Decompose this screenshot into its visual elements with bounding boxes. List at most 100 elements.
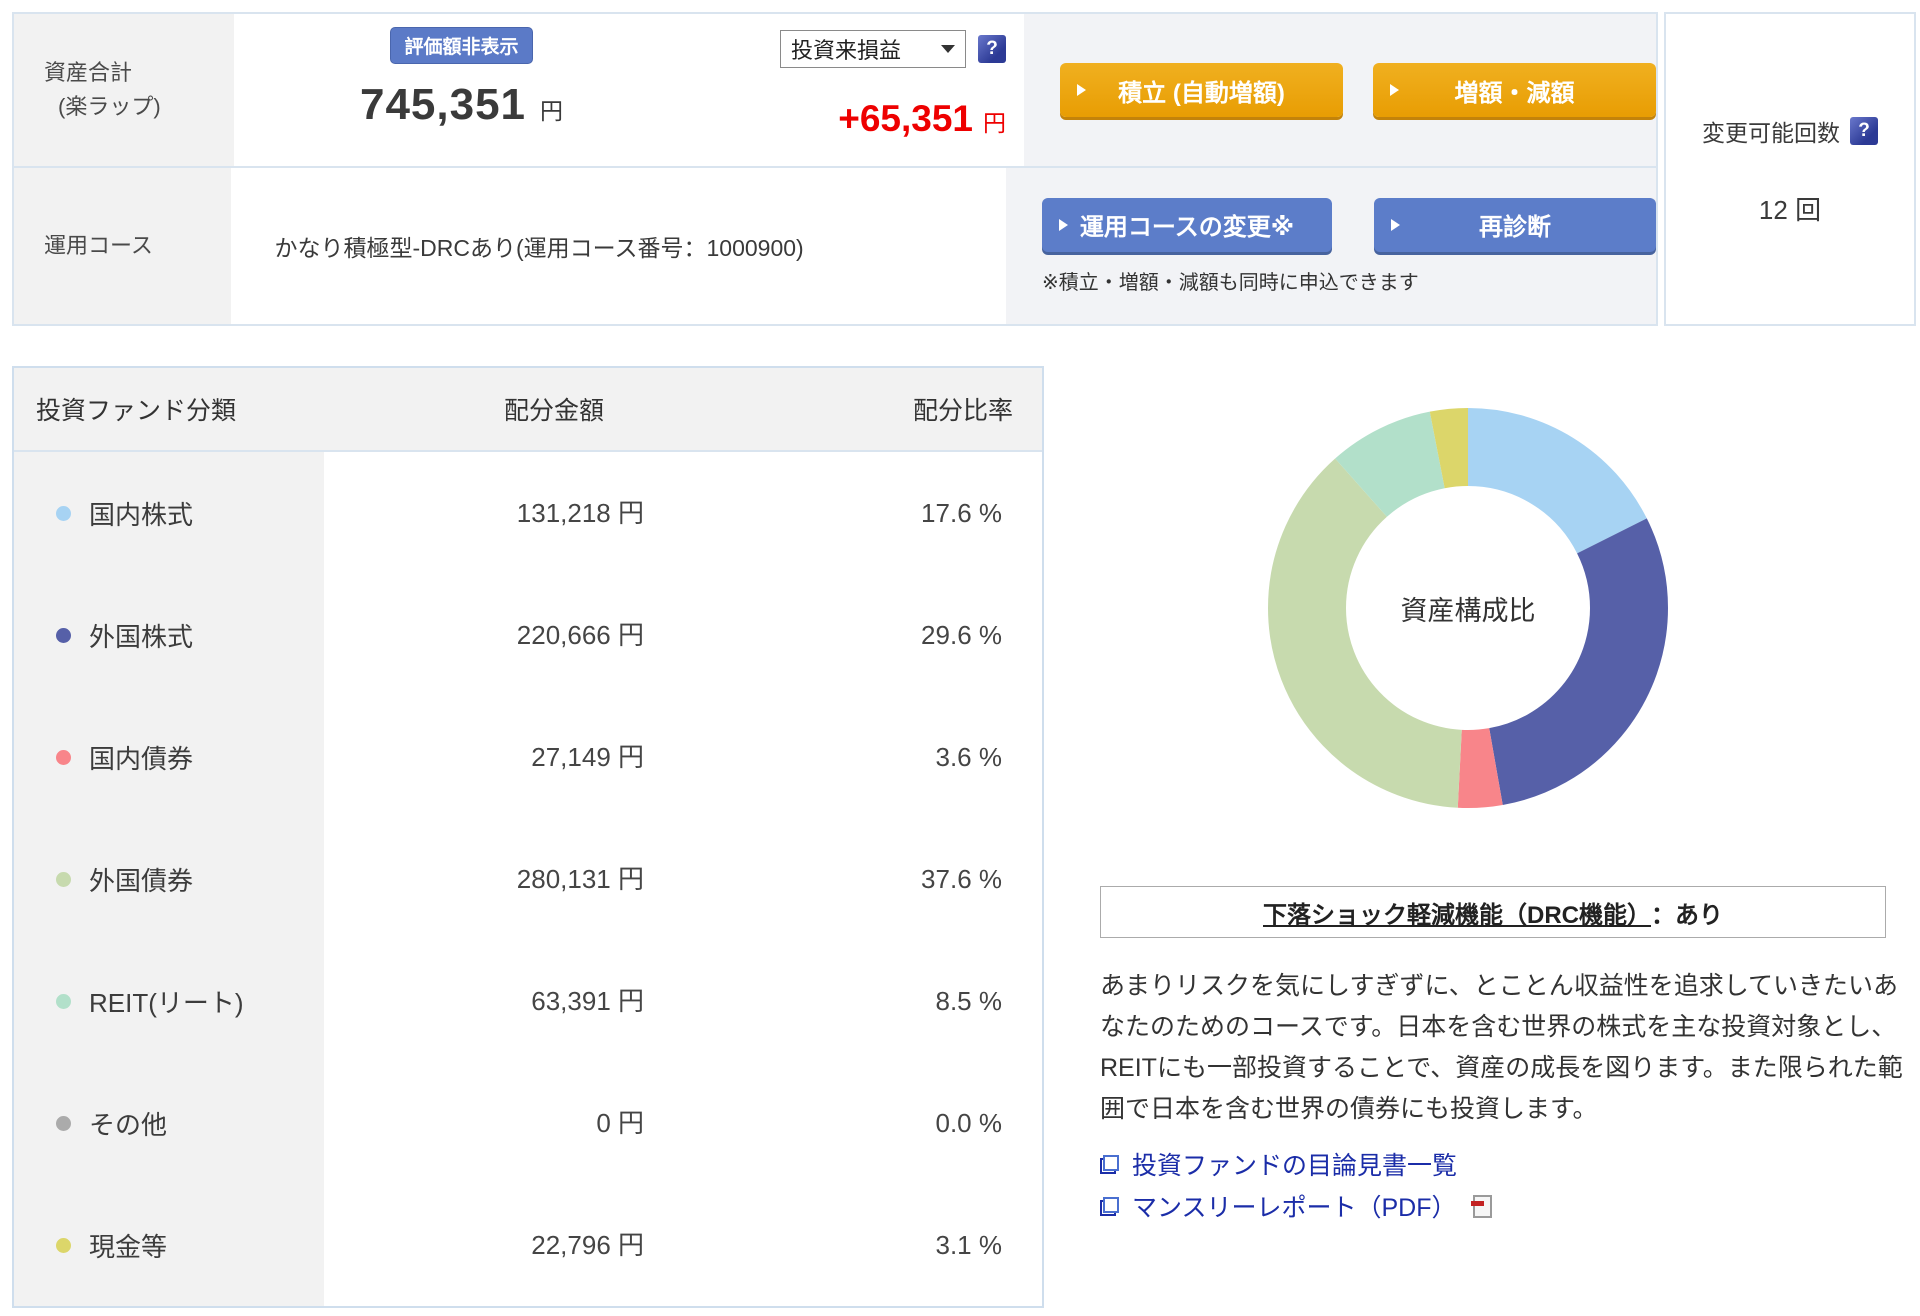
course-detail-panel: 資産構成比 下落ショック軽減機能（DRC機能） ：あり あまりリスクを気にしすぎ… xyxy=(1100,366,1912,1308)
table-row: 外国株式 220,666 円 29.6 % xyxy=(14,574,1042,696)
prospectus-link-row: 投資ファンドの目論見書一覧 xyxy=(1100,1146,1912,1182)
fund-category-label: 外国株式 xyxy=(89,617,193,654)
allocation-section: 投資ファンド分類 配分金額 配分比率 国内株式 131,218 円 17.6 %… xyxy=(12,366,1912,1308)
chevron-down-icon xyxy=(941,45,955,53)
profit-loss-controls: 投資来損益 ? xyxy=(780,30,1006,68)
prospectus-link[interactable]: 投資ファンドの目論見書一覧 xyxy=(1132,1146,1457,1182)
change-count-label: 変更可能回数 xyxy=(1702,114,1840,148)
fund-category-label: 外国債券 xyxy=(89,861,193,898)
tsumitate-button[interactable]: 積立 (自動増額) xyxy=(1060,63,1343,117)
table-row: 現金等 22,796 円 3.1 % xyxy=(14,1184,1042,1306)
course-change-button-label: 運用コースの変更※ xyxy=(1080,207,1294,242)
allocation-amount-cell: 0 円 xyxy=(324,1062,674,1184)
course-label: 運用コース xyxy=(14,168,231,324)
header-fund-category: 投資ファンド分類 xyxy=(14,391,324,427)
allocation-amount-cell: 131,218 円 xyxy=(324,452,674,574)
header-allocation-amount: 配分金額 xyxy=(324,391,674,427)
arrow-right-icon xyxy=(1391,219,1400,231)
window-link-icon xyxy=(1100,1154,1120,1174)
category-color-dot xyxy=(56,506,71,521)
allocation-ratio-cell: 3.6 % xyxy=(674,696,1042,818)
allocation-amount-cell: 63,391 円 xyxy=(324,940,674,1062)
allocation-amount-cell: 280,131 円 xyxy=(324,818,674,940)
hide-valuation-badge[interactable]: 評価額非表示 xyxy=(390,27,532,64)
fund-category-label: 国内債券 xyxy=(89,739,193,776)
summary-section: 資産合計 (楽ラップ) 評価額非表示 745,351 円 投資来損益 xyxy=(12,12,1916,326)
course-value-cell: かなり積極型-DRCあり(運用コース番号：1000900) xyxy=(231,168,1006,324)
help-icon[interactable]: ? xyxy=(978,35,1006,63)
rediagnose-button[interactable]: 再診断 xyxy=(1374,198,1656,252)
allocation-ratio-cell: 0.0 % xyxy=(674,1062,1042,1184)
allocation-ratio-cell: 29.6 % xyxy=(674,574,1042,696)
allocation-ratio-cell: 37.6 % xyxy=(674,818,1042,940)
total-amount-value: 745,351 xyxy=(360,80,526,130)
fund-category-cell: その他 xyxy=(14,1062,324,1184)
fund-category-cell: 外国債券 xyxy=(14,818,324,940)
category-color-dot xyxy=(56,1238,71,1253)
table-row: 外国債券 280,131 円 37.6 % xyxy=(14,818,1042,940)
profit-loss-select-value: 投資来損益 xyxy=(791,33,901,65)
fund-category-label: その他 xyxy=(89,1105,167,1142)
course-value-text: かなり積極型-DRCあり(運用コース番号：1000900) xyxy=(231,229,804,263)
category-color-dot xyxy=(56,994,71,1009)
window-link-icon xyxy=(1100,1196,1120,1216)
rediagnose-button-label: 再診断 xyxy=(1479,207,1551,242)
fund-category-cell: 国内株式 xyxy=(14,452,324,574)
fund-category-cell: REIT(リート) xyxy=(14,940,324,1062)
allocation-amount-cell: 27,149 円 xyxy=(324,696,674,818)
document-links: 投資ファンドの目論見書一覧 マンスリーレポート（PDF） xyxy=(1100,1146,1912,1224)
course-note: ※積立・増額・減額も同時に申込できます xyxy=(1042,266,1419,295)
drc-feature-link[interactable]: 下落ショック軽減機能（DRC機能） xyxy=(1263,895,1651,930)
asset-actions-zone: 積立 (自動増額) 増額・減額 xyxy=(1024,14,1656,166)
total-amount-line: 745,351 円 xyxy=(360,80,563,130)
tsumitate-button-label: 積立 (自動増額) xyxy=(1118,73,1285,108)
asset-total-values: 評価額非表示 745,351 円 投資来損益 ? xyxy=(234,14,1024,166)
total-amount-unit: 円 xyxy=(540,92,563,126)
zougaku-gengaku-button[interactable]: 増額・減額 xyxy=(1373,63,1656,117)
monthly-report-link-row: マンスリーレポート（PDF） xyxy=(1100,1188,1912,1224)
course-label-text: 運用コース xyxy=(44,229,231,263)
course-actions-zone: 運用コースの変更※ 再診断 ※積立・増額・減額も同時に申込できます xyxy=(1006,168,1656,324)
pdf-file-icon xyxy=(1473,1195,1492,1218)
asset-total-label: 資産合計 (楽ラップ) xyxy=(14,14,234,166)
fund-category-cell: 国内債券 xyxy=(14,696,324,818)
change-count-box: 変更可能回数 ? 12 回 xyxy=(1664,12,1916,326)
course-buttons-row: 運用コースの変更※ 再診断 xyxy=(1042,198,1656,252)
monthly-report-link[interactable]: マンスリーレポート（PDF） xyxy=(1132,1188,1457,1224)
total-amount-block: 評価額非表示 745,351 円 xyxy=(234,14,689,166)
fund-category-cell: 外国株式 xyxy=(14,574,324,696)
drc-feature-box: 下落ショック軽減機能（DRC機能） ：あり xyxy=(1100,886,1886,938)
fund-category-label: 現金等 xyxy=(89,1227,167,1264)
arrow-right-icon xyxy=(1059,219,1068,231)
asset-total-label-line2: (楽ラップ) xyxy=(44,90,234,124)
allocation-amount-cell: 22,796 円 xyxy=(324,1184,674,1306)
category-color-dot xyxy=(56,628,71,643)
allocation-table-header: 投資ファンド分類 配分金額 配分比率 xyxy=(14,368,1042,452)
help-icon[interactable]: ? xyxy=(1850,117,1878,145)
asset-allocation-donut-chart: 資産構成比 xyxy=(1268,408,1668,808)
profit-loss-block: 投資来損益 ? +65,351 円 xyxy=(689,14,1024,166)
asset-summary-box: 資産合計 (楽ラップ) 評価額非表示 745,351 円 投資来損益 xyxy=(12,12,1658,326)
profit-loss-select[interactable]: 投資来損益 xyxy=(780,30,966,68)
zougaku-gengaku-button-label: 増額・減額 xyxy=(1455,73,1575,108)
profit-loss-unit: 円 xyxy=(983,104,1006,138)
arrow-right-icon xyxy=(1390,84,1399,96)
allocation-table-body: 国内株式 131,218 円 17.6 % 外国株式 220,666 円 29.… xyxy=(14,452,1042,1306)
course-description: あまりリスクを気にしすぎずに、とことん収益性を追求していきたいあなたのためのコー… xyxy=(1100,966,1912,1130)
drc-feature-status: ：あり xyxy=(1651,895,1723,930)
change-count-value: 12 回 xyxy=(1666,190,1914,227)
header-allocation-ratio: 配分比率 xyxy=(674,391,1042,427)
allocation-ratio-cell: 17.6 % xyxy=(674,452,1042,574)
category-color-dot xyxy=(56,872,71,887)
table-row: 国内債券 27,149 円 3.6 % xyxy=(14,696,1042,818)
allocation-ratio-cell: 8.5 % xyxy=(674,940,1042,1062)
table-row: その他 0 円 0.0 % xyxy=(14,1062,1042,1184)
table-row: REIT(リート) 63,391 円 8.5 % xyxy=(14,940,1042,1062)
course-row: 運用コース かなり積極型-DRCあり(運用コース番号：1000900) 運用コー… xyxy=(14,166,1656,324)
donut-center-label: 資産構成比 xyxy=(1268,408,1668,808)
allocation-table: 投資ファンド分類 配分金額 配分比率 国内株式 131,218 円 17.6 %… xyxy=(12,366,1044,1308)
asset-total-label-line1: 資産合計 xyxy=(44,56,234,90)
course-change-button[interactable]: 運用コースの変更※ xyxy=(1042,198,1332,252)
fund-category-label: REIT(リート) xyxy=(89,983,244,1020)
asset-total-row: 資産合計 (楽ラップ) 評価額非表示 745,351 円 投資来損益 xyxy=(14,14,1656,166)
